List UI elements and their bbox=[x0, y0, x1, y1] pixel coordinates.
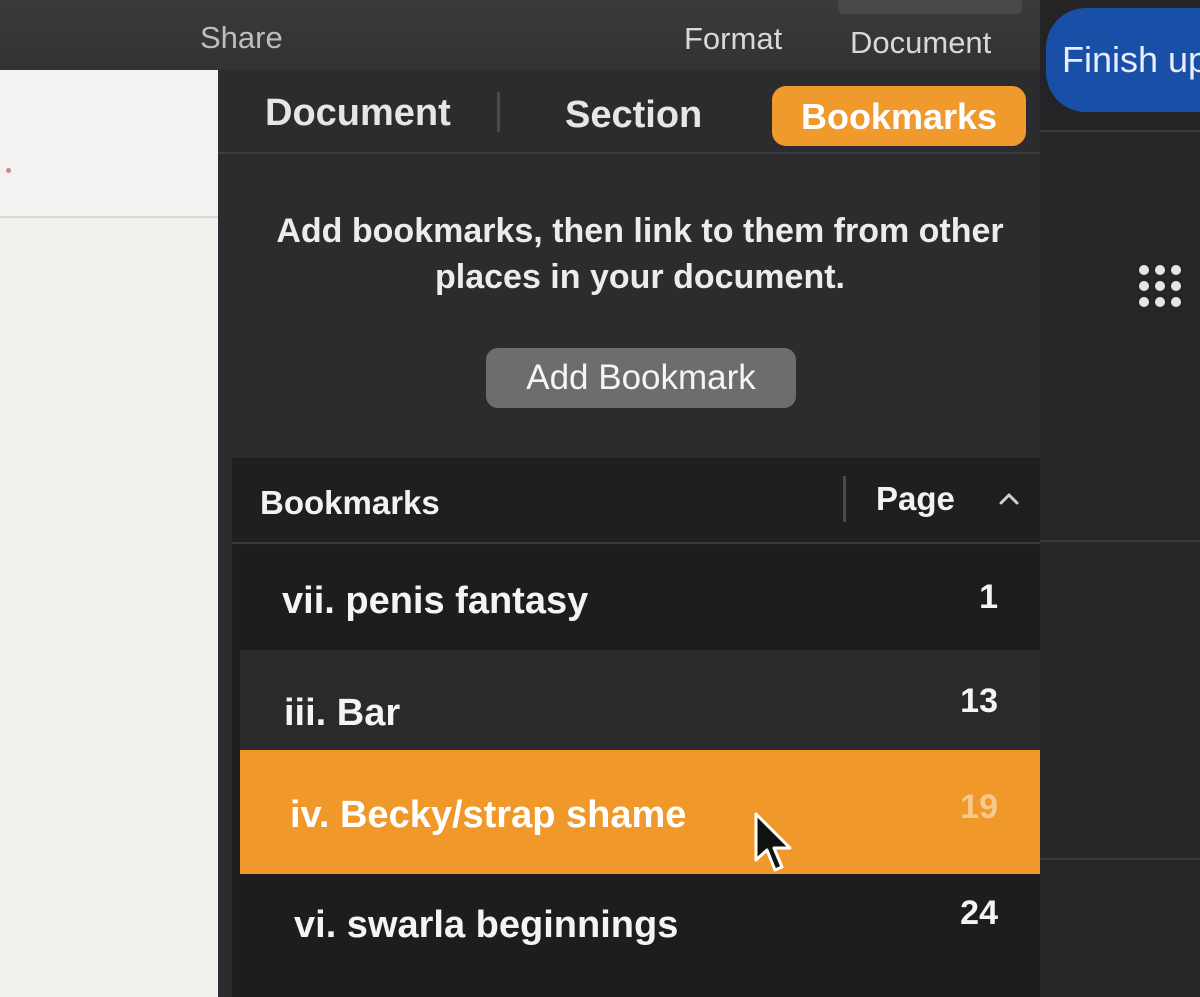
cursor-icon bbox=[754, 812, 792, 872]
format-button[interactable]: Format bbox=[684, 21, 782, 57]
finish-up-button[interactable]: Finish up bbox=[1046, 8, 1200, 112]
bookmark-name: iv. Becky/strap shame bbox=[290, 794, 687, 836]
doc-mark bbox=[6, 168, 11, 173]
share-button[interactable]: Share bbox=[200, 20, 283, 56]
bookmark-page: 1 bbox=[979, 578, 998, 616]
bookmark-page: 19 bbox=[960, 788, 998, 826]
column-header-bookmarks[interactable]: Bookmarks bbox=[260, 484, 440, 522]
tab-bookmarks[interactable]: Bookmarks bbox=[772, 86, 1026, 146]
bookmark-page: 24 bbox=[960, 894, 998, 932]
toolbar-top-box[interactable] bbox=[838, 0, 1022, 14]
column-header-page[interactable]: Page bbox=[876, 480, 955, 518]
list-item[interactable]: vi. swarla beginnings 24 bbox=[240, 874, 1040, 997]
add-bookmark-button[interactable]: Add Bookmark bbox=[486, 348, 796, 408]
tab-separator bbox=[497, 92, 500, 132]
grid-dots-icon[interactable] bbox=[1136, 262, 1184, 310]
bookmark-name: vi. swarla beginnings bbox=[294, 904, 679, 946]
list-item[interactable]: vii. penis fantasy 1 bbox=[240, 546, 1040, 650]
list-item[interactable]: iii. Bar 13 bbox=[240, 650, 1040, 754]
stage: Share Format Document Document Section B… bbox=[0, 0, 1200, 997]
right-divider bbox=[1040, 540, 1200, 542]
bookmarks-info-text: Add bookmarks, then link to them from ot… bbox=[276, 212, 1004, 296]
document-button[interactable]: Document bbox=[850, 25, 991, 61]
bookmark-name: iii. Bar bbox=[284, 692, 401, 734]
bookmark-page: 13 bbox=[960, 682, 998, 720]
right-divider bbox=[1040, 130, 1200, 132]
right-panel bbox=[1040, 0, 1200, 997]
tab-document[interactable]: Document bbox=[265, 92, 451, 135]
list-item-selected[interactable]: iv. Becky/strap shame 19 bbox=[240, 750, 1040, 874]
bookmark-name: vii. penis fantasy bbox=[282, 580, 589, 622]
chevron-up-icon[interactable] bbox=[998, 488, 1020, 510]
divider bbox=[218, 152, 1040, 154]
right-divider bbox=[1040, 858, 1200, 860]
document-page-body[interactable] bbox=[0, 216, 248, 997]
tab-section[interactable]: Section bbox=[565, 94, 702, 137]
column-separator bbox=[843, 476, 846, 522]
